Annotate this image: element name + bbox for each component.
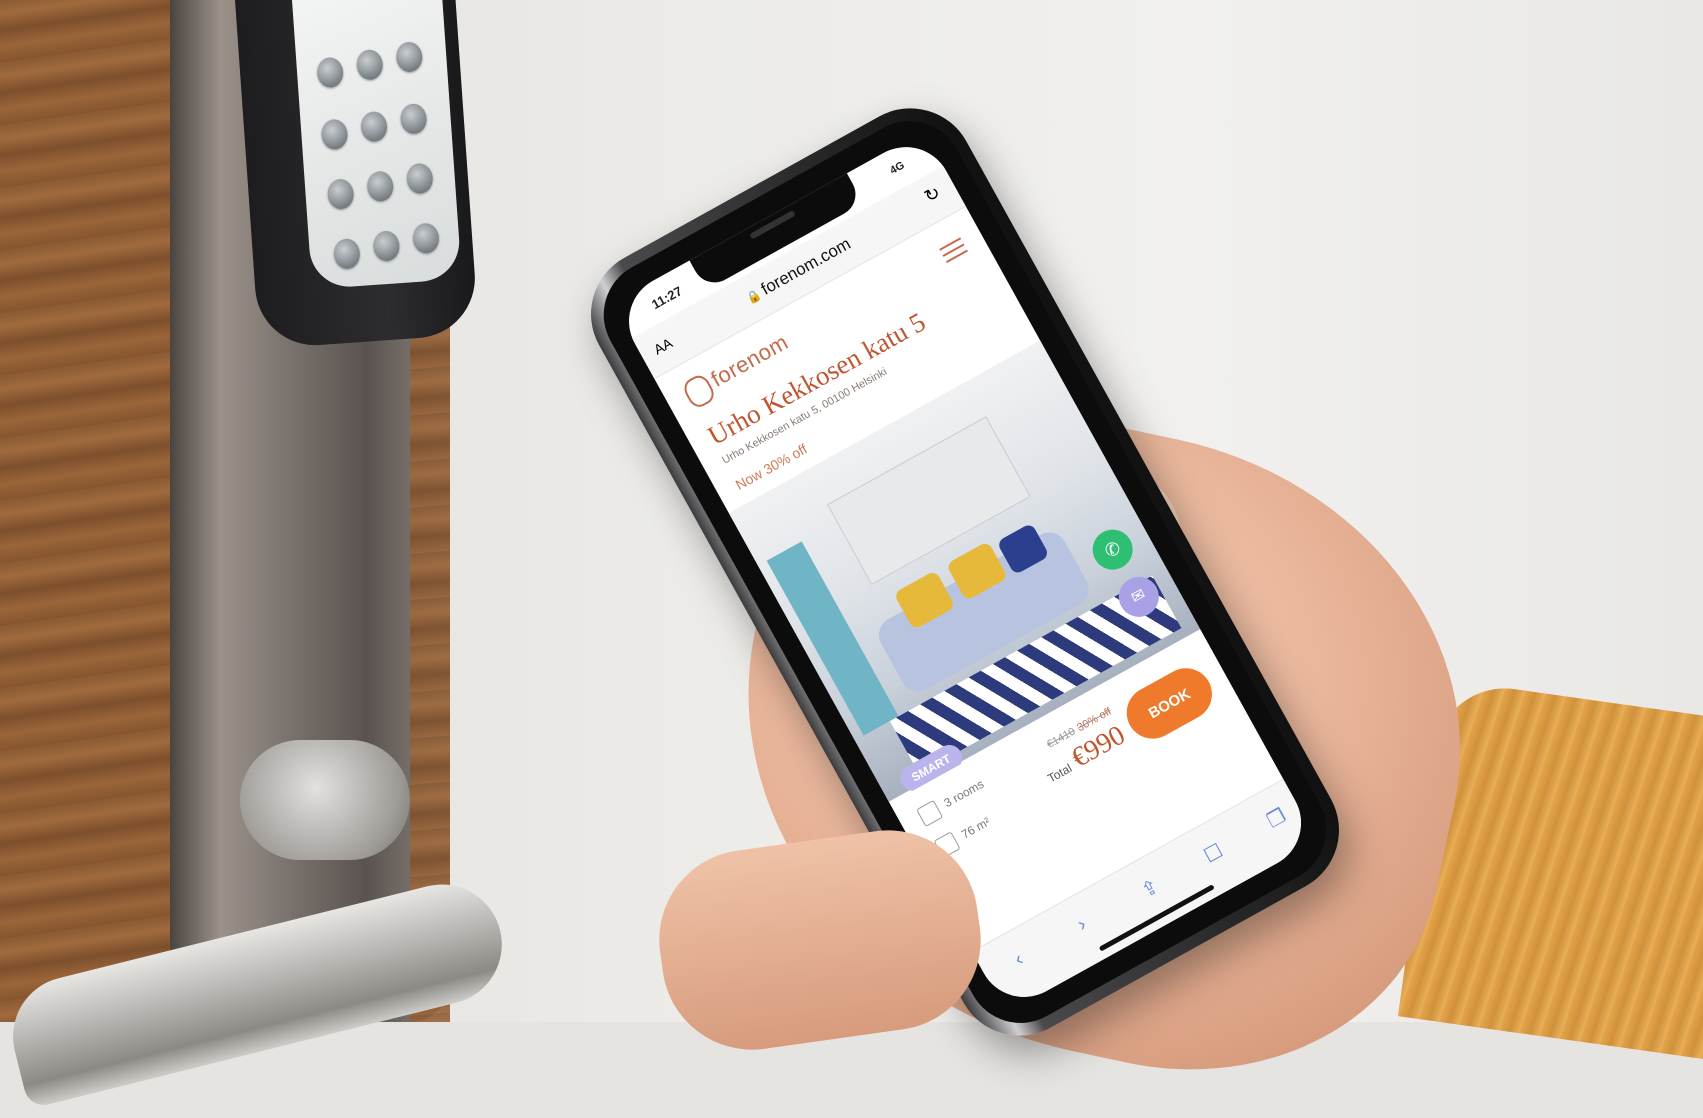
keypad-key [411, 222, 440, 255]
price-block: €141030% off Total€990 [1031, 706, 1131, 790]
forward-icon[interactable]: › [1074, 913, 1091, 936]
back-icon[interactable]: ‹ [1011, 948, 1028, 971]
bookmarks-icon[interactable]: ☐ [1200, 838, 1228, 869]
keypad-key [372, 230, 401, 262]
keypad-key [399, 102, 428, 135]
status-time: 11:27 [649, 283, 685, 313]
signal-indicator: 4G [888, 159, 907, 177]
keypad-key [366, 170, 395, 203]
rooms-icon [916, 799, 944, 828]
earpiece [749, 210, 796, 240]
keypad-key [355, 48, 384, 81]
keypad-key [332, 237, 361, 270]
lock-keypad [292, 0, 462, 290]
keypad-key [395, 41, 424, 73]
area-text: 76 m² [959, 814, 993, 842]
book-button[interactable]: BOOK [1117, 658, 1222, 748]
tabs-icon[interactable]: ❐ [1263, 803, 1291, 834]
keypad-key [405, 162, 434, 195]
share-icon[interactable]: ⇪ [1137, 873, 1164, 903]
total-label: Total [1045, 761, 1075, 786]
keypad-key [326, 178, 355, 210]
keypad-key [316, 56, 345, 89]
keypad-key [320, 118, 349, 151]
hamburger-menu-icon[interactable] [937, 233, 971, 267]
keypad-key [360, 110, 389, 143]
door-handle-rose [240, 740, 410, 860]
rooms-text: 3 rooms [941, 776, 987, 811]
